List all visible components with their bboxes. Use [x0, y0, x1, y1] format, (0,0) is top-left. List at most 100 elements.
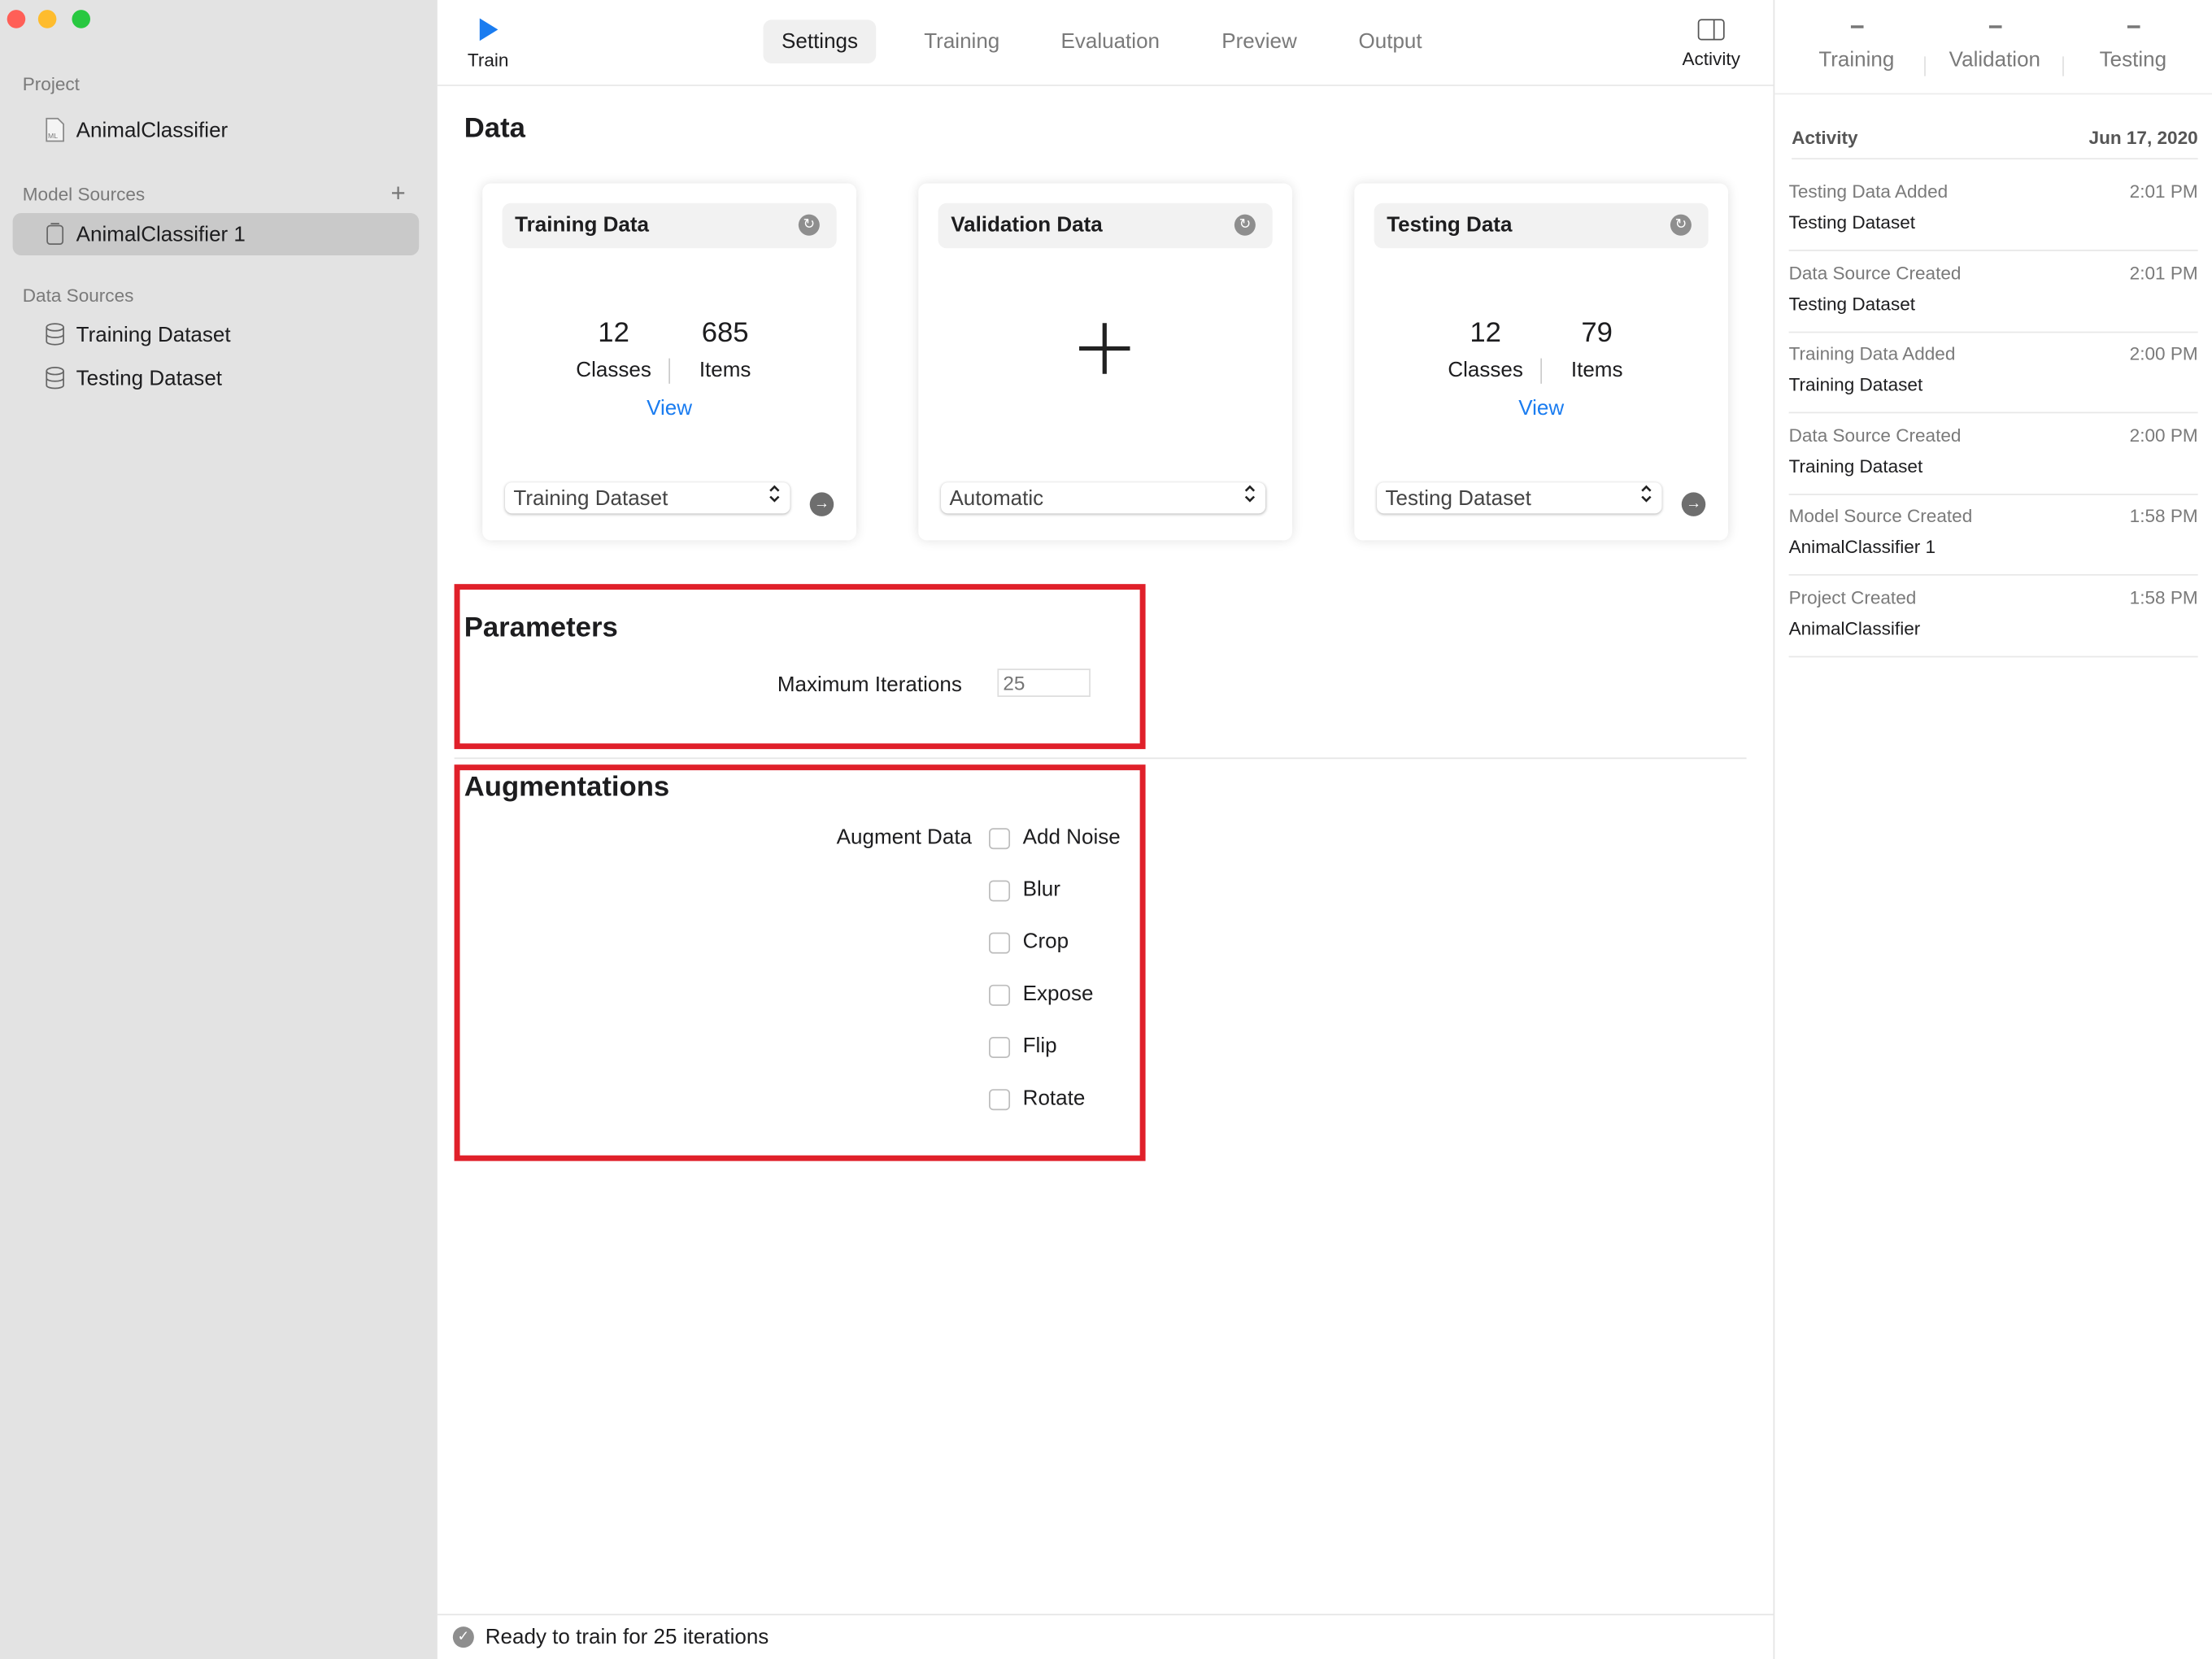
activity-event: Testing Data Added: [1788, 181, 1949, 202]
select-value: Testing Dataset: [1385, 486, 1531, 511]
zoom-window-button[interactable]: [72, 10, 91, 28]
sidebar-item-label: Training Dataset: [76, 322, 231, 346]
arrow-right-circle-icon[interactable]: →: [809, 492, 834, 516]
parameters-title: Parameters: [464, 612, 618, 644]
tab-output[interactable]: Output: [1340, 20, 1440, 63]
activity-target: Testing Dataset: [1788, 211, 1916, 233]
minimize-window-button[interactable]: [37, 10, 57, 28]
svg-text:ML: ML: [48, 132, 58, 140]
checkbox-label: Flip: [1022, 1034, 1057, 1059]
card-header: Training Data ↻: [502, 202, 837, 249]
sidebar-right-icon: [1697, 19, 1725, 41]
close-window-button[interactable]: [7, 10, 26, 28]
tab-evaluation[interactable]: Evaluation: [1043, 20, 1178, 63]
augment-data-label: Augment Data: [836, 825, 973, 850]
card-title: Training Data: [515, 212, 650, 237]
status-text: Ready to train for 25 iterations: [485, 1625, 769, 1649]
refresh-icon[interactable]: ↻: [1670, 214, 1692, 236]
activity-target: Testing Dataset: [1788, 293, 1916, 315]
activity-item: Data Source Created 2:01 PM Testing Data…: [1788, 250, 2198, 333]
checkbox-label: Rotate: [1022, 1086, 1086, 1111]
checkbox-expose[interactable]: [989, 984, 1011, 1006]
refresh-icon[interactable]: ↻: [1234, 214, 1256, 236]
checkbox-label: Crop: [1022, 930, 1069, 954]
main-content: Train Settings Training Evaluation Previ…: [437, 0, 1774, 1659]
chevron-updown-icon: [1639, 484, 1653, 507]
tab-preview[interactable]: Preview: [1204, 20, 1316, 63]
checkbox-blur[interactable]: [989, 880, 1011, 902]
checkbox-label: Add Noise: [1022, 825, 1121, 850]
classes-label: Classes: [1448, 358, 1523, 383]
activity-item: Data Source Created 2:00 PM Training Dat…: [1788, 413, 2198, 495]
data-sources-header: Data Sources: [22, 285, 134, 307]
project-header: Project: [22, 73, 80, 95]
divider: [437, 1613, 1774, 1616]
activity-time: 2:01 PM: [2129, 261, 2198, 283]
activity-time: 2:00 PM: [2129, 424, 2198, 446]
model-sources-header: Model Sources: [22, 183, 146, 205]
sidebar-item-model-source[interactable]: AnimalClassifier 1: [46, 221, 246, 246]
activity-time: 1:58 PM: [2129, 505, 2198, 527]
checkbox-label: Expose: [1022, 982, 1094, 1006]
training-metric-value: [1850, 25, 1864, 28]
max-iterations-input[interactable]: [997, 668, 1091, 697]
activity-label: Activity: [1682, 47, 1740, 70]
train-button[interactable]: Train: [463, 17, 513, 71]
checkbox-label: Blur: [1022, 877, 1060, 902]
card-title: Testing Data: [1387, 212, 1513, 237]
activity-toggle-button[interactable]: Activity: [1670, 19, 1753, 69]
database-icon: [46, 367, 64, 390]
card-title: Validation Data: [951, 212, 1103, 237]
view-link[interactable]: View: [482, 396, 856, 420]
checkbox-crop[interactable]: [989, 932, 1011, 954]
arrow-right-circle-icon[interactable]: →: [1681, 492, 1706, 516]
activity-panel: Training Validation Testing Activity Jun…: [1773, 0, 2212, 1659]
refresh-icon[interactable]: ↻: [798, 214, 820, 236]
divider: [2062, 56, 2064, 76]
checkbox-flip[interactable]: [989, 1037, 1011, 1059]
items-label: Items: [699, 358, 751, 383]
select-value: Training Dataset: [513, 486, 668, 511]
add-validation-data-button[interactable]: [1078, 322, 1131, 376]
chevron-updown-icon: [768, 484, 782, 507]
ml-document-icon: ML: [46, 117, 64, 142]
parameters-highlight: [454, 584, 1146, 750]
testing-metric-value: [2127, 25, 2140, 28]
testing-source-select[interactable]: Testing Dataset: [1377, 482, 1661, 513]
validation-source-select[interactable]: Automatic: [941, 482, 1265, 513]
sidebar-item-label: AnimalClassifier 1: [76, 222, 246, 246]
checkbox-rotate[interactable]: [989, 1089, 1011, 1111]
activity-date: Jun 17, 2020: [2088, 127, 2198, 149]
sidebar-item-training-dataset[interactable]: Training Dataset: [46, 322, 231, 347]
sidebar-item-project[interactable]: ML AnimalClassifier: [46, 117, 229, 142]
toolbar: Train Settings Training Evaluation Previ…: [437, 0, 1774, 86]
items-label: Items: [1570, 358, 1623, 383]
divider: [1774, 93, 2212, 95]
activity-item: Model Source Created 1:58 PM AnimalClass…: [1788, 494, 2198, 577]
activity-item: Project Created 1:58 PM AnimalClassifier: [1788, 576, 2198, 658]
card-header: Testing Data ↻: [1374, 202, 1709, 249]
tab-training[interactable]: Training: [906, 20, 1018, 63]
add-model-source-button[interactable]: +: [391, 179, 406, 208]
training-source-select[interactable]: Training Dataset: [505, 482, 790, 513]
activity-target: Training Dataset: [1788, 374, 1923, 396]
activity-target: AnimalClassifier 1: [1788, 536, 1936, 558]
items-count: 79: [1581, 317, 1613, 349]
tab-settings[interactable]: Settings: [763, 20, 877, 64]
training-metric-label: Training: [1818, 47, 1895, 72]
activity-target: Training Dataset: [1788, 455, 1923, 477]
activity-item: Training Data Added 2:00 PM Training Dat…: [1788, 332, 2198, 414]
sidebar: Project ML AnimalClassifier Model Source…: [0, 0, 439, 1659]
classes-count: 12: [1470, 317, 1501, 349]
activity-target: AnimalClassifier: [1788, 617, 1921, 639]
activity-event: Training Data Added: [1788, 342, 1956, 364]
sidebar-item-label: AnimalClassifier: [76, 117, 229, 142]
activity-time: 1:58 PM: [2129, 586, 2198, 608]
activity-time: 2:00 PM: [2129, 342, 2198, 364]
training-data-card: Training Data ↻ 12 685 Classes Items Vie…: [482, 183, 856, 541]
checkbox-add-noise[interactable]: [989, 828, 1011, 850]
view-link[interactable]: View: [1354, 396, 1728, 420]
sidebar-item-testing-dataset[interactable]: Testing Dataset: [46, 365, 222, 390]
activity-time: 2:01 PM: [2129, 181, 2198, 202]
divider: [454, 757, 1747, 760]
